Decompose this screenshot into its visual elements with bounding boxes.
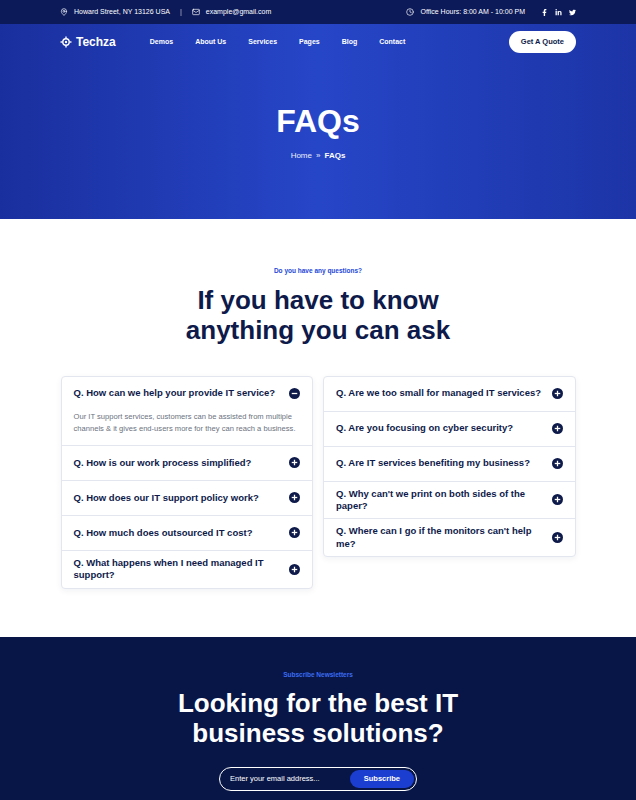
faq-item[interactable]: Q. Where can I go if the monitors can't … (324, 518, 575, 556)
faq-question[interactable]: Q. What happens when I need managed IT s… (74, 557, 282, 582)
page: Howard Street, NY 13126 USA | example@gmai… (0, 0, 636, 800)
faq-question[interactable]: Q. How does our IT support policy work? (74, 492, 259, 504)
faq-item[interactable]: Q. How is our work process simplified? (62, 445, 313, 480)
logo[interactable]: Techza (60, 33, 116, 51)
breadcrumb-item[interactable]: » (316, 150, 320, 162)
nav-item[interactable]: Contact (379, 37, 405, 48)
faq-item[interactable]: Q. Are we too small for managed IT servi… (324, 377, 575, 411)
plus-icon (289, 527, 300, 538)
faq-question[interactable]: Q. How much does outsourced IT cost? (74, 527, 253, 539)
location-icon (60, 8, 68, 16)
clock-icon (406, 8, 414, 16)
faq-answer: Our IT support services, customers can b… (74, 411, 301, 445)
plus-icon (552, 532, 563, 543)
minus-icon (289, 388, 300, 399)
faq-question[interactable]: Q. How can we help your provide IT servi… (74, 387, 276, 399)
nav-item[interactable]: Services (248, 37, 277, 48)
faq-item[interactable]: Q. Why can't we print on both sides of t… (324, 481, 575, 519)
navbar: Techza Demos About Us Services Pages Blog Cont… (0, 24, 636, 53)
get-quote-button[interactable]: Get A Quote (509, 31, 576, 53)
breadcrumb: Home » FAQs (291, 150, 346, 162)
plus-icon (289, 564, 300, 575)
linkedin-icon[interactable] (555, 9, 562, 16)
separator: | (176, 7, 186, 18)
faq-item[interactable]: Q. Are you focusing on cyber security? (324, 411, 575, 446)
faq-item[interactable]: Q. How does our IT support policy work? (62, 480, 313, 515)
faq-item[interactable]: Q. What happens when I need managed IT s… (62, 550, 313, 588)
faq-question[interactable]: Q. Are you focusing on cyber security? (336, 422, 513, 434)
subscribe-form: Subscribe (219, 767, 417, 791)
hero: Techza Demos About Us Services Pages Blog Cont… (0, 24, 636, 219)
email[interactable]: example@gmail.com (206, 7, 271, 18)
logo-icon (60, 36, 72, 48)
faq-list: Q. Are we too small for managed IT servi… (323, 376, 576, 557)
hero-title: FAQs (276, 102, 360, 140)
main-nav: Demos About Us Services Pages Blog Contact (150, 37, 406, 48)
breadcrumb-item: FAQs (324, 150, 345, 162)
faq-section: Do you have any questions? If you have to… (0, 219, 636, 637)
faq-question[interactable]: Q. Are IT services benefiting my busines… (336, 457, 530, 469)
newsletter-eyebrow: Subscribe Newsletters (283, 670, 353, 680)
faq-question[interactable]: Q. Are we too small for managed IT servi… (336, 387, 541, 399)
subscribe-button[interactable]: Subscribe (350, 770, 414, 788)
nav-item[interactable]: Demos (150, 37, 173, 48)
faq-heading: If you have to knowanything you can ask (0, 286, 636, 346)
newsletter-heading: Looking for the best ITbusiness solution… (178, 689, 458, 749)
faq-question[interactable]: Q. How is our work process simplified? (74, 457, 252, 469)
faq-item[interactable]: Q. How can we help your provide IT servi… (62, 377, 313, 445)
twitter-icon[interactable] (569, 9, 576, 16)
plus-icon (552, 458, 563, 469)
office-hours: Office Hours: 8:00 AM - 10:00 PM (420, 7, 525, 18)
plus-icon (552, 494, 563, 505)
plus-icon (552, 388, 563, 399)
faq-question[interactable]: Q. Why can't we print on both sides of t… (336, 488, 544, 513)
plus-icon (289, 492, 300, 503)
nav-item[interactable]: Blog (342, 37, 358, 48)
facebook-icon[interactable] (541, 9, 548, 16)
mail-icon (192, 8, 200, 16)
newsletter-section: Subscribe Newsletters Looking for the bes… (0, 637, 636, 800)
address: Howard Street, NY 13126 USA (74, 7, 170, 18)
faq-eyebrow: Do you have any questions? (0, 266, 636, 276)
nav-item[interactable]: Pages (299, 37, 320, 48)
faq-question[interactable]: Q. Where can I go if the monitors can't … (336, 525, 544, 550)
plus-icon (552, 423, 563, 434)
nav-item[interactable]: About Us (195, 37, 226, 48)
email-input[interactable] (222, 773, 350, 784)
faq-list: Q. How can we help your provide IT servi… (61, 376, 314, 589)
faq-item[interactable]: Q. Are IT services benefiting my busines… (324, 446, 575, 481)
plus-icon (289, 457, 300, 468)
breadcrumb-item[interactable]: Home (291, 150, 312, 162)
faq-item[interactable]: Q. How much does outsourced IT cost? (62, 515, 313, 550)
top-bar: Howard Street, NY 13126 USA | example@gmai… (0, 0, 636, 24)
